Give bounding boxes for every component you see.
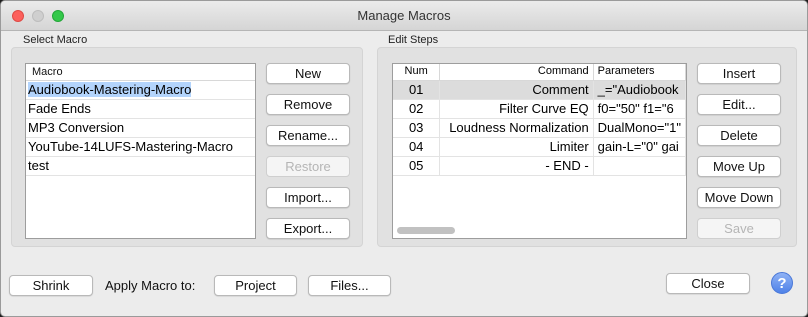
move-up-button[interactable]: Move Up: [697, 156, 781, 177]
step-row[interactable]: 01 Comment _="Audiobook: [393, 80, 686, 100]
command-column-header[interactable]: Command: [439, 64, 594, 81]
close-button[interactable]: Close: [666, 273, 750, 294]
num-column-header[interactable]: Num: [393, 64, 441, 81]
step-parameters: DualMono="1": [593, 118, 686, 138]
step-parameters: gain-L="0" gai: [593, 137, 686, 157]
step-command: Comment: [439, 80, 594, 100]
step-command: Loudness Normalization: [439, 118, 594, 138]
apply-project-button[interactable]: Project: [214, 275, 297, 296]
macro-list-item[interactable]: Fade Ends: [26, 100, 255, 119]
help-icon[interactable]: ?: [771, 272, 793, 294]
manage-macros-window: Manage Macros Select Macro Macro Audiobo…: [0, 0, 808, 317]
select-macro-label: Select Macro: [23, 34, 88, 46]
apply-files-button[interactable]: Files...: [308, 275, 391, 296]
macro-list-item[interactable]: YouTube-14LUFS-Mastering-Macro: [26, 138, 255, 157]
horizontal-scrollbar[interactable]: [397, 227, 455, 234]
step-parameters: f0="50" f1="6: [593, 99, 686, 119]
macro-list-item[interactable]: MP3 Conversion: [26, 119, 255, 138]
step-row[interactable]: 05- END -: [393, 156, 686, 176]
macro-name: YouTube-14LUFS-Mastering-Macro: [28, 139, 233, 154]
step-row[interactable]: 02 Filter Curve EQ f0="50" f1="6: [393, 99, 686, 119]
macro-name: test: [28, 158, 49, 173]
insert-button[interactable]: Insert: [697, 63, 781, 84]
step-command: Filter Curve EQ: [439, 99, 594, 119]
rename-button[interactable]: Rename...: [266, 125, 350, 146]
title-bar: Manage Macros: [1, 1, 807, 31]
remove-button[interactable]: Remove: [266, 94, 350, 115]
macro-list[interactable]: Macro Audiobook-Mastering-Macro Fade Ends…: [25, 63, 256, 239]
step-row[interactable]: 04 Limiter gain-L="0" gai: [393, 137, 686, 157]
move-down-button[interactable]: Move Down: [697, 187, 781, 208]
save-button[interactable]: Save: [697, 218, 781, 239]
step-parameters: _="Audiobook: [593, 80, 686, 100]
parameters-column-header[interactable]: Parameters: [593, 64, 686, 81]
macro-column-header[interactable]: Macro: [26, 64, 255, 81]
edit-button[interactable]: Edit...: [697, 94, 781, 115]
steps-table[interactable]: Num Command Parameters 01 Comment _="Audio…: [392, 63, 687, 239]
window-title: Manage Macros: [357, 8, 451, 23]
restore-button[interactable]: Restore: [266, 156, 350, 177]
step-num: 04: [393, 137, 441, 157]
shrink-button[interactable]: Shrink: [9, 275, 93, 296]
step-num: 03: [393, 118, 441, 138]
macro-list-item[interactable]: Audiobook-Mastering-Macro: [26, 81, 255, 100]
edit-steps-label: Edit Steps: [388, 34, 439, 46]
step-num: 05: [393, 156, 441, 176]
delete-button[interactable]: Delete: [697, 125, 781, 146]
step-command: - END -: [439, 156, 594, 176]
step-parameters: [593, 156, 686, 176]
macro-name: Audiobook-Mastering-Macro: [28, 82, 192, 97]
step-row[interactable]: 03 Loudness Normalization DualMono="1": [393, 118, 686, 138]
macro-name: MP3 Conversion: [28, 120, 125, 135]
import-button[interactable]: Import...: [266, 187, 350, 208]
step-command: Limiter: [439, 137, 594, 157]
new-button[interactable]: New: [266, 63, 350, 84]
apply-macro-label: Apply Macro to:: [105, 278, 196, 293]
export-button[interactable]: Export...: [266, 218, 350, 239]
macro-list-item[interactable]: test: [26, 157, 255, 176]
macro-name: Fade Ends: [28, 101, 91, 116]
step-num: 02: [393, 99, 441, 119]
step-num: 01: [393, 80, 441, 100]
